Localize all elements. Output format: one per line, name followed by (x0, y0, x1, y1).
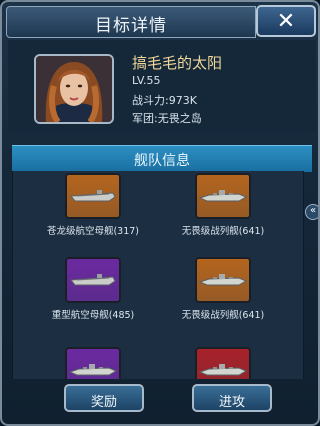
scroll-handle[interactable]: « (305, 204, 318, 220)
ship-icon-box (65, 173, 121, 219)
ship-label: 无畏级战列舰(641) (181, 310, 265, 321)
ship-label: 苍龙级航空母舰(317) (46, 226, 140, 237)
attack-button-label: 进攻 (218, 395, 245, 410)
fleet-info-title: 舰队信息 (134, 153, 190, 169)
close-icon: ✕ (276, 9, 296, 34)
fleet-info-header: 舰队信息 (12, 145, 312, 172)
reward-button-label: 奖励 (90, 395, 117, 410)
close-button[interactable]: ✕ (256, 5, 316, 37)
player-profile: 搞毛毛的太阳 LV.55 战斗力:973K 军团:无畏之岛 (8, 40, 316, 132)
avatar[interactable] (34, 54, 114, 124)
ship-icon-box (195, 173, 251, 219)
reward-button[interactable]: 奖励 (64, 384, 144, 412)
portrait-icon (36, 56, 112, 122)
ship-icon-box (65, 257, 121, 303)
player-power: 战斗力:973K (132, 94, 197, 107)
player-name: 搞毛毛的太阳 (132, 54, 223, 72)
ship-icon-box (65, 347, 121, 379)
player-level: LV.55 (132, 74, 161, 87)
ship-label: 重型航空母舰(485) (51, 310, 135, 321)
ship-icon-box (195, 347, 251, 379)
attack-button[interactable]: 进攻 (192, 384, 272, 412)
dialog-title: 目标详情 (95, 16, 167, 36)
player-legion: 军团:无畏之岛 (132, 112, 202, 125)
fleet-list[interactable]: 苍龙级航空母舰(317) 无畏级战列舰(641) 重型航空母舰(485) 无畏级… (12, 171, 304, 379)
ship-icon-box (195, 257, 251, 303)
double-chevron-left-icon: « (309, 205, 317, 216)
title-bar: 目标详情 (6, 6, 256, 38)
target-details-dialog: 目标详情 ✕ 搞毛毛的太阳 LV.55 战斗力:973K 军团:无畏之岛 舰队信… (0, 0, 320, 426)
ship-label: 无畏级战列舰(641) (181, 226, 265, 237)
